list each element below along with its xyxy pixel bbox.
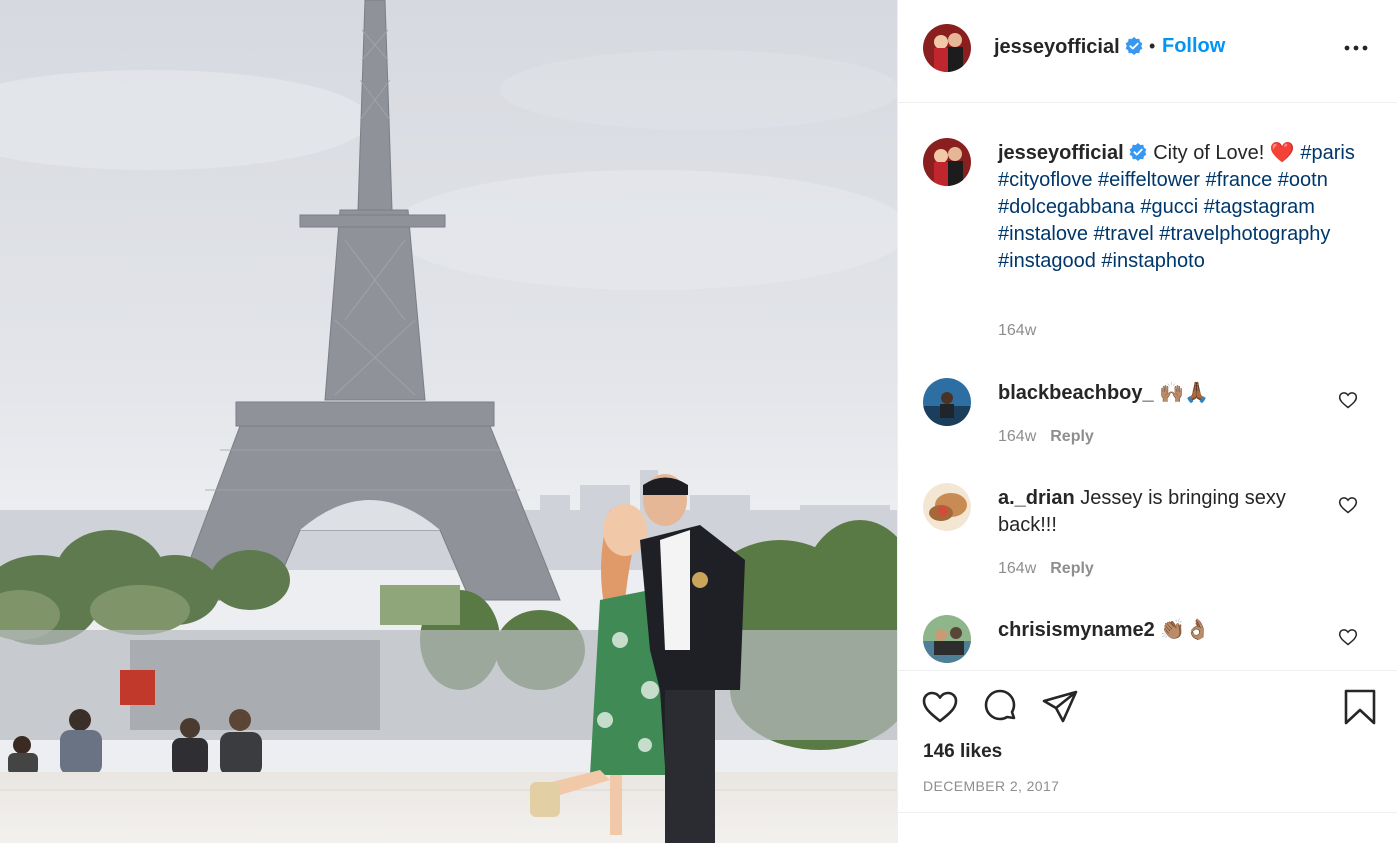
comment-item: chrisismyname2 👏🏽👌🏽 [898,615,1397,670]
caption-username[interactable]: jesseyofficial [998,142,1124,164]
red-heart-emoji: ❤️ [1269,142,1295,164]
author-username[interactable]: jesseyofficial [994,36,1144,59]
post-actions: 146 likes DECEMBER 2, 2017 [898,670,1397,843]
follow-button[interactable]: Follow [1162,35,1225,58]
comment-body: blackbeachboy_ 🙌🏽🙏🏾 [998,380,1328,407]
post-header: jesseyofficial • Follow [898,0,1397,103]
reply-button[interactable]: Reply [1050,560,1094,577]
verified-badge-icon [1125,37,1143,55]
comment-like-heart-icon[interactable] [1338,627,1358,647]
caption-timestamp[interactable]: 164w [998,322,1036,340]
author-username-text[interactable]: jesseyofficial [994,36,1120,58]
comment-text: 🙌🏽🙏🏾 [1159,382,1209,404]
divider [898,812,1397,813]
separator-dot: • [1149,36,1156,56]
post-photo[interactable] [0,0,897,843]
post-date[interactable]: DECEMBER 2, 2017 [923,778,1059,794]
comment-like-heart-icon[interactable] [1338,390,1358,410]
comment-timestamp[interactable]: 164w [998,560,1036,577]
comment-username[interactable]: chrisismyname2 [998,619,1155,641]
commenter-avatar[interactable] [923,615,971,663]
comment-meta: 164w Reply [998,560,1094,578]
eiffel-tower-couple-image [0,0,897,843]
share-icon[interactable] [1041,688,1079,726]
comment-text: 👏🏽👌🏽 [1160,619,1211,641]
commenter-avatar[interactable] [923,483,971,531]
commenter-avatar[interactable] [923,378,971,426]
caption-author-avatar[interactable] [923,138,971,186]
comment-like-heart-icon[interactable] [1338,495,1358,515]
comment-body: chrisismyname2 👏🏽👌🏽 [998,617,1328,644]
heart-icon[interactable] [921,688,959,726]
author-avatar[interactable] [923,24,971,72]
bookmark-icon[interactable] [1341,688,1379,726]
more-options-icon[interactable] [1341,36,1371,60]
post-side-panel: jesseyofficial • Follow jesseyofficial C… [897,0,1397,843]
comment-item: a._drian Jessey is bringing sexy back!!!… [898,483,1397,603]
comment-meta: 164w Reply [998,428,1094,446]
comment-username[interactable]: blackbeachboy_ [998,382,1154,404]
comments-section[interactable]: jesseyofficial City of Love! ❤️ #paris #… [898,104,1397,670]
caption-text: City of Love! [1153,142,1270,164]
comment-username[interactable]: a._drian [998,487,1075,509]
comment-timestamp[interactable]: 164w [998,428,1036,445]
likes-count[interactable]: 146 likes [923,741,1002,763]
post-caption: jesseyofficial City of Love! ❤️ #paris #… [998,140,1373,275]
comment-icon[interactable] [981,688,1019,726]
reply-button[interactable]: Reply [1050,428,1094,445]
comment-body: a._drian Jessey is bringing sexy back!!! [998,485,1328,539]
comment-item: blackbeachboy_ 🙌🏽🙏🏾 164w Reply [898,378,1397,498]
verified-badge-icon [1129,143,1147,161]
